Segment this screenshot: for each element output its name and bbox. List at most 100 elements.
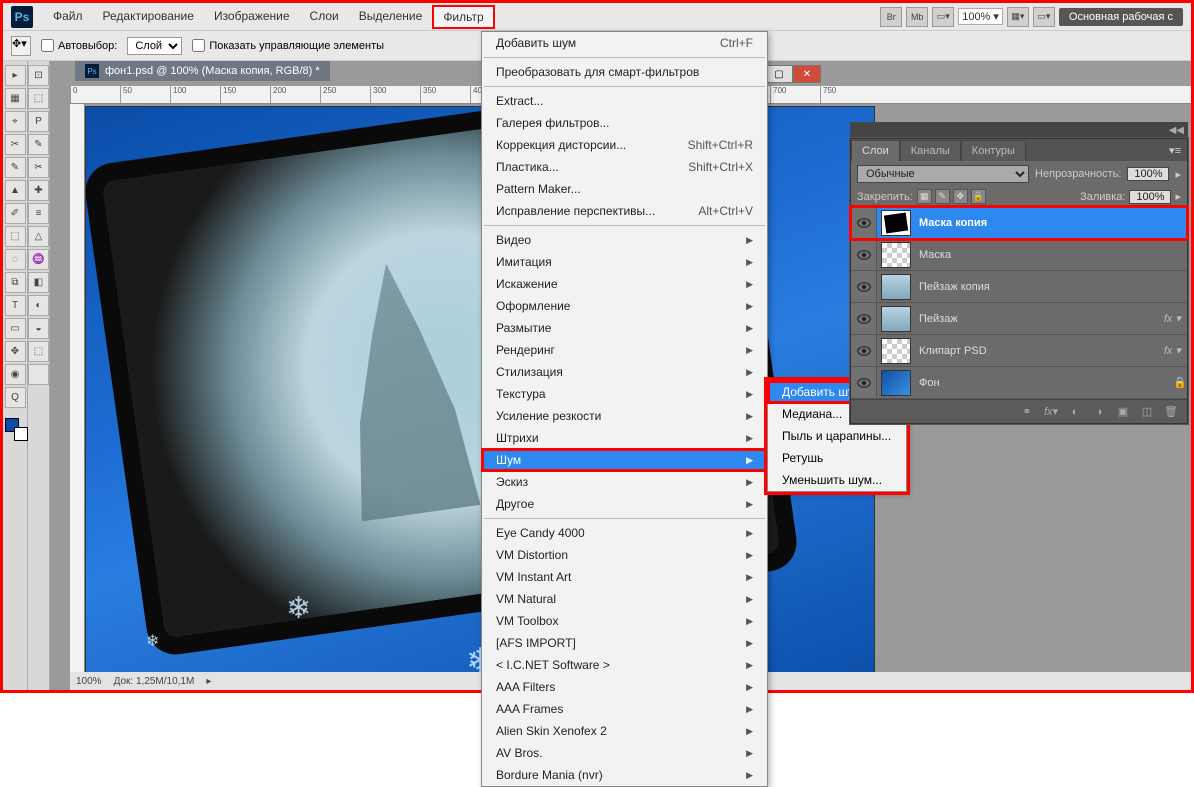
menu-item[interactable]: Эскиз	[482, 471, 767, 493]
tool-button[interactable]: ✚	[28, 180, 49, 201]
layer-row[interactable]: Пейзаж копия	[851, 271, 1187, 303]
menu-item[interactable]: Пластика...Shift+Ctrl+X	[482, 156, 767, 178]
tool-button[interactable]: ▲	[5, 180, 26, 201]
menu-item[interactable]: Штрихи	[482, 427, 767, 449]
tool-button[interactable]: T	[5, 295, 26, 316]
panel-tab[interactable]: Слои	[851, 140, 900, 161]
menu-item[interactable]: Extract...	[482, 90, 767, 112]
adjustment-layer-icon[interactable]: ◑	[1091, 405, 1107, 419]
tool-button[interactable]: ✂	[5, 134, 26, 155]
tool-button[interactable]: ♒	[28, 249, 49, 270]
tool-button[interactable]: ⬚	[5, 226, 26, 247]
blend-mode-select[interactable]: Обычные	[857, 165, 1029, 183]
show-transform-controls-checkbox[interactable]: Показать управляющие элементы	[192, 39, 384, 52]
layer-row[interactable]: Маска копия	[851, 207, 1187, 239]
menu-item[interactable]: Уменьшить шум...	[768, 469, 906, 491]
menu-item[interactable]: Стилизация	[482, 361, 767, 383]
tool-button[interactable]: ⧉	[5, 272, 26, 293]
tool-button[interactable]: ✎	[5, 157, 26, 178]
menu-изображение[interactable]: Изображение	[204, 5, 300, 29]
menu-item[interactable]: Pattern Maker...	[482, 178, 767, 200]
fx-indicator[interactable]: fx ▾	[1164, 344, 1187, 357]
lock-all-icon[interactable]: 🔒	[971, 189, 986, 204]
menu-item[interactable]: Усиление резкости	[482, 405, 767, 427]
tool-button[interactable]: ≡	[28, 203, 49, 224]
tool-button[interactable]: ⬚	[28, 88, 49, 109]
zoom-select[interactable]: 100% ▾	[958, 8, 1003, 25]
tool-button[interactable]: ✥	[5, 341, 26, 362]
menu-выделение[interactable]: Выделение	[349, 5, 433, 29]
close-icon[interactable]: ✕	[793, 65, 821, 83]
tool-button[interactable]: Q	[5, 387, 26, 408]
lock-pixels-icon[interactable]: ✎	[935, 189, 950, 204]
menu-item[interactable]: Коррекция дисторсии...Shift+Ctrl+R	[482, 134, 767, 156]
status-arrow-icon[interactable]: ▸	[206, 676, 211, 687]
panel-tab[interactable]: Каналы	[900, 140, 961, 161]
menu-item[interactable]: Шум	[482, 449, 767, 471]
visibility-eye-icon[interactable]	[851, 239, 877, 270]
menu-item[interactable]: Оформление	[482, 295, 767, 317]
menu-слои[interactable]: Слои	[300, 5, 349, 29]
tool-button[interactable]: ✎	[28, 134, 49, 155]
tool-button[interactable]: ⬚	[28, 341, 49, 362]
minibridge-icon[interactable]: Mb	[906, 7, 928, 27]
maximize-icon[interactable]: ▢	[765, 65, 793, 83]
tool-button[interactable]: ◉	[5, 364, 26, 385]
menu-item[interactable]: Галерея фильтров...	[482, 112, 767, 134]
new-group-icon[interactable]: ▣	[1115, 405, 1131, 419]
tool-button[interactable]: P	[28, 111, 49, 132]
layer-row[interactable]: Клипарт PSDfx ▾	[851, 335, 1187, 367]
menu-item[interactable]: Eye Candy 4000	[482, 522, 767, 544]
auto-select-target[interactable]: Слой	[127, 37, 182, 55]
tool-button[interactable]: ▸	[5, 65, 26, 86]
lock-transparency-icon[interactable]: ▦	[917, 189, 932, 204]
opacity-value[interactable]: 100%	[1127, 167, 1169, 181]
tool-button[interactable]: ▦	[5, 88, 26, 109]
menu-item[interactable]: VM Instant Art	[482, 566, 767, 588]
layer-style-icon[interactable]: fx▾	[1043, 405, 1059, 419]
new-layer-icon[interactable]: ◫	[1139, 405, 1155, 419]
tool-button[interactable]: ◌	[5, 249, 26, 270]
menu-item[interactable]: AV Bros.	[482, 742, 767, 764]
visibility-eye-icon[interactable]	[851, 335, 877, 366]
tool-button[interactable]: ◒	[28, 318, 49, 339]
tool-button[interactable]	[28, 364, 49, 385]
tool-button[interactable]: ▭	[5, 318, 26, 339]
menu-item[interactable]: Преобразовать для смарт-фильтров	[482, 61, 767, 83]
delete-layer-icon[interactable]: 🗑	[1163, 405, 1179, 419]
move-tool-preset-icon[interactable]: ✥▾	[11, 36, 31, 56]
layer-row[interactable]: Маска	[851, 239, 1187, 271]
layer-row[interactable]: Фон🔒	[851, 367, 1187, 399]
fx-indicator[interactable]: fx ▾	[1164, 312, 1187, 325]
menu-item[interactable]: Alien Skin Xenofex 2	[482, 720, 767, 742]
visibility-eye-icon[interactable]	[851, 367, 877, 398]
tool-button[interactable]: ⊡	[28, 65, 49, 86]
tool-button[interactable]: ◐	[28, 295, 49, 316]
menu-item[interactable]: Размытие	[482, 317, 767, 339]
tool-button[interactable]: ✂	[28, 157, 49, 178]
lock-position-icon[interactable]: ✥	[953, 189, 968, 204]
tool-button[interactable]: ⌖	[5, 111, 26, 132]
tool-button[interactable]: ✐	[5, 203, 26, 224]
visibility-eye-icon[interactable]	[851, 271, 877, 302]
menu-item[interactable]: Пыль и царапины...	[768, 425, 906, 447]
panel-menu-icon[interactable]: ▾≡	[1163, 140, 1187, 161]
menu-item[interactable]: AAA Filters	[482, 676, 767, 698]
menu-item[interactable]: Bordure Mania (nvr)	[482, 764, 767, 786]
screen-mode-icon[interactable]: ▭▾	[932, 7, 954, 27]
workspace-button[interactable]: Основная рабочая с	[1059, 8, 1183, 26]
layer-row[interactable]: Пейзажfx ▾	[851, 303, 1187, 335]
menu-фильтр[interactable]: Фильтр	[432, 5, 494, 29]
menu-редактирование[interactable]: Редактирование	[93, 5, 204, 29]
visibility-eye-icon[interactable]	[851, 207, 877, 238]
menu-item[interactable]: Добавить шумCtrl+F	[482, 32, 767, 54]
menu-item[interactable]: AAA Frames	[482, 698, 767, 720]
menu-item[interactable]: Исправление перспективы...Alt+Ctrl+V	[482, 200, 767, 222]
layer-mask-icon[interactable]: ◐	[1067, 405, 1083, 419]
document-tab[interactable]: Ps фон1.psd @ 100% (Маска копия, RGB/8) …	[75, 61, 330, 81]
link-layers-icon[interactable]: ⚭	[1019, 405, 1035, 419]
extras-icon[interactable]: ▭▾	[1033, 7, 1055, 27]
fill-value[interactable]: 100%	[1129, 190, 1171, 204]
color-swatch[interactable]	[5, 418, 25, 438]
menu-item[interactable]: Имитация	[482, 251, 767, 273]
